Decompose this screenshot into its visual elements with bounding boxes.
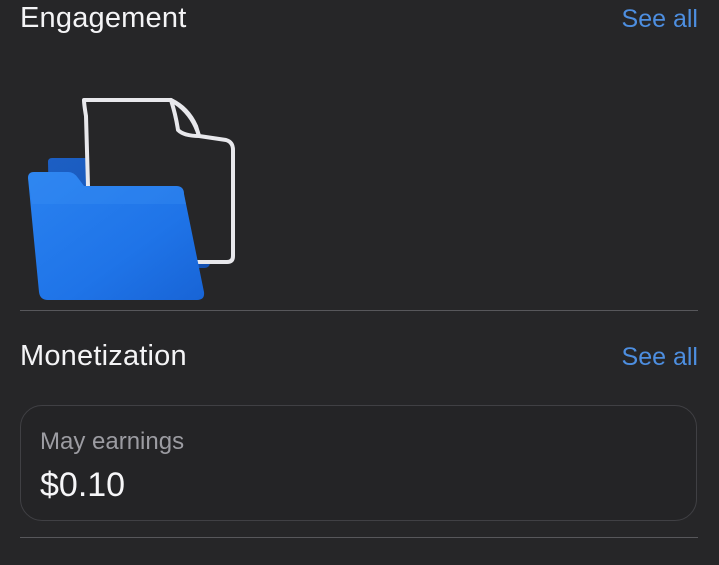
page: Engagement See all Monetization See all …	[0, 0, 719, 565]
earnings-label: May earnings	[40, 428, 185, 455]
engagement-see-all-link[interactable]: See all	[622, 5, 698, 34]
earnings-value: $0.10	[40, 466, 126, 504]
monetization-see-all-link[interactable]: See all	[622, 343, 698, 372]
earnings-card[interactable]: May earnings $0.10	[20, 405, 697, 521]
monetization-header: Monetization See all	[20, 340, 698, 373]
engagement-header: Engagement See all	[20, 2, 698, 35]
folder-with-document-icon	[26, 96, 246, 304]
monetization-title: Monetization	[20, 340, 187, 372]
engagement-title: Engagement	[20, 2, 187, 34]
section-divider	[20, 310, 698, 311]
section-divider	[20, 537, 698, 538]
